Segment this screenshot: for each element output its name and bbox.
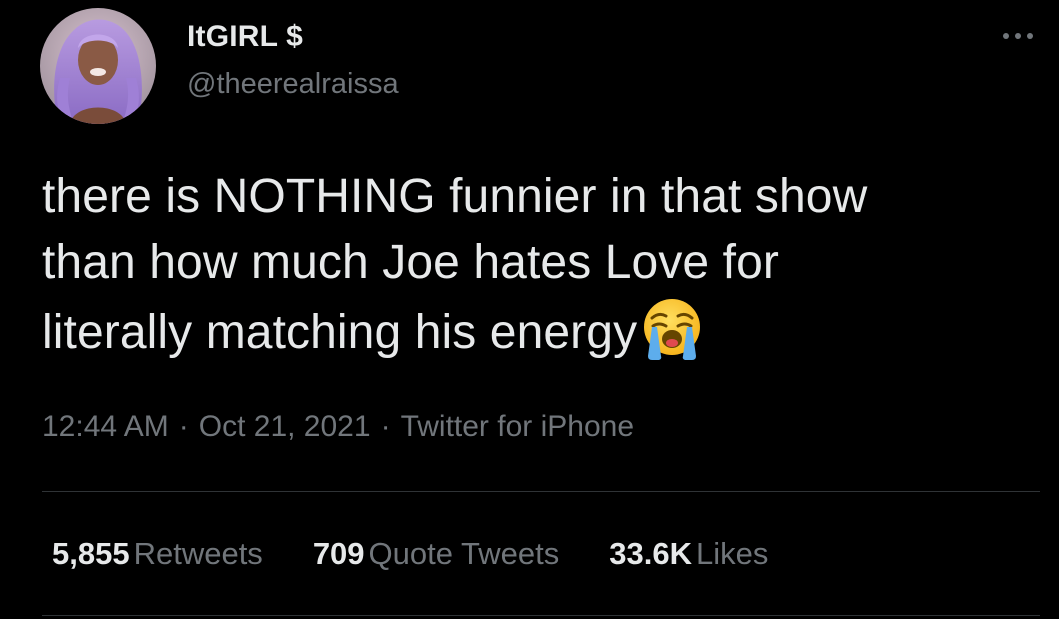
quote-tweets-label: Quote Tweets (368, 536, 560, 571)
tweet-meta: 12:44 AM · Oct 21, 2021 · Twitter for iPhone (42, 410, 634, 444)
quote-tweets-stat[interactable]: 709 Quote Tweets (313, 536, 559, 572)
retweets-label: Retweets (133, 536, 263, 571)
retweets-stat[interactable]: 5,855 Retweets (52, 536, 263, 572)
likes-label: Likes (696, 536, 769, 571)
avatar-image (40, 8, 156, 124)
more-horizontal-icon[interactable] (998, 24, 1038, 48)
divider (42, 491, 1040, 492)
tweet-text: there is NOTHING funnier in that show th… (42, 164, 1032, 366)
tweet-line: than how much Joe hates Love for (42, 236, 779, 289)
tweet-date[interactable]: Oct 21, 2021 (199, 410, 371, 443)
user-handle[interactable]: @theerealraissa (187, 68, 399, 101)
quote-tweets-count: 709 (312, 536, 365, 571)
tweet-stats: 5,855 Retweets 709 Quote Tweets 33.6K Likes (52, 536, 818, 572)
loudly-crying-face-icon (639, 296, 705, 362)
display-name[interactable]: ItGIRL $ (187, 20, 303, 54)
tweet-line: literally matching his energy (42, 306, 638, 359)
meta-separator: · (380, 410, 391, 443)
avatar[interactable] (40, 8, 156, 124)
tweet-detail: ItGIRL $ @theerealraissa there is NOTHIN… (0, 0, 1059, 619)
likes-count: 33.6K (609, 536, 692, 571)
tweet-line-with-emoji: literally matching his energy (42, 296, 1032, 366)
divider (42, 615, 1040, 616)
tweet-line: there is NOTHING funnier in that show (42, 170, 868, 223)
tweet-source[interactable]: Twitter for iPhone (401, 410, 634, 443)
meta-separator: · (178, 410, 189, 443)
tweet-time[interactable]: 12:44 AM (42, 410, 169, 443)
likes-stat[interactable]: 33.6K Likes (609, 536, 768, 572)
retweets-count: 5,855 (52, 536, 130, 571)
